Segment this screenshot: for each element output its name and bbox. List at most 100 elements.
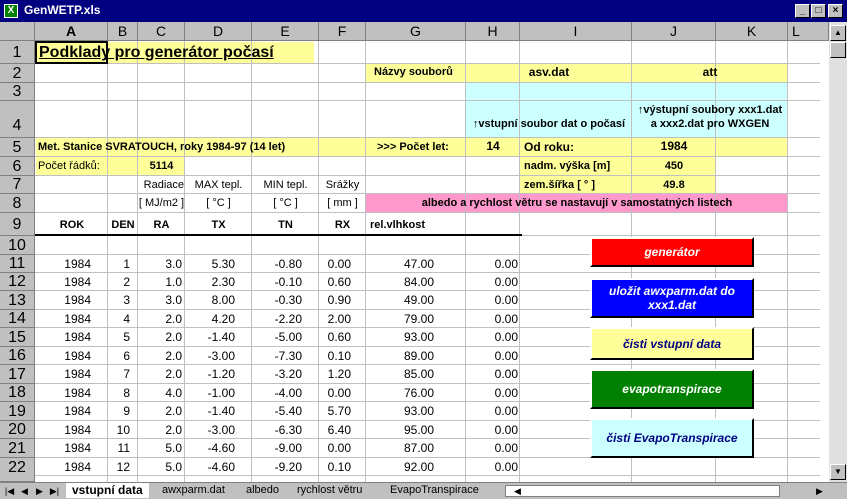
col-header-f[interactable]: F — [319, 22, 366, 41]
scroll-right-icon[interactable]: ▶ — [812, 484, 827, 498]
table-cell[interactable]: 1984 — [36, 367, 91, 381]
minimize-icon[interactable]: _ — [795, 4, 810, 18]
table-cell[interactable]: 0.00 — [466, 330, 518, 344]
col-header-a[interactable]: A — [35, 22, 108, 41]
worksheet-grid[interactable]: A B C D E F G H I J K L 1 2 3 4 5 6 7 8 … — [0, 22, 847, 482]
table-cell[interactable]: -1.40 — [185, 330, 235, 344]
table-cell[interactable]: 89.00 — [366, 349, 434, 363]
row-header[interactable]: 17 — [0, 365, 35, 384]
table-cell[interactable]: -7.30 — [252, 349, 302, 363]
table-cell[interactable]: 0.00 — [466, 349, 518, 363]
output-filename[interactable]: att — [632, 65, 788, 79]
scroll-down-icon[interactable]: ▼ — [830, 464, 846, 480]
table-cell[interactable]: 5 — [108, 330, 130, 344]
table-cell[interactable]: 0.00 — [466, 257, 518, 271]
table-cell[interactable]: 0.10 — [319, 460, 351, 474]
table-cell[interactable]: 1.20 — [319, 367, 351, 381]
col-header-d[interactable]: D — [185, 22, 252, 41]
row-header[interactable]: 20 — [0, 421, 35, 439]
table-cell[interactable]: 95.00 — [366, 423, 434, 437]
tab-albedo[interactable]: albedo — [240, 483, 285, 498]
table-cell[interactable]: -2.20 — [252, 312, 302, 326]
table-cell[interactable]: -0.30 — [252, 293, 302, 307]
row-header[interactable]: 21 — [0, 439, 35, 458]
col-header-c[interactable]: C — [138, 22, 185, 41]
table-cell[interactable]: 2.0 — [138, 367, 182, 381]
table-cell[interactable]: 49.00 — [366, 293, 434, 307]
col-header-l[interactable]: L — [788, 22, 829, 41]
table-cell[interactable]: 2.30 — [185, 275, 235, 289]
row-header[interactable]: 16 — [0, 347, 35, 365]
table-cell[interactable]: -0.10 — [252, 275, 302, 289]
table-cell[interactable]: -3.00 — [185, 349, 235, 363]
col-header-j[interactable]: J — [632, 22, 716, 41]
row-header[interactable]: 8 — [0, 194, 35, 213]
table-cell[interactable]: 85.00 — [366, 367, 434, 381]
year-from-value[interactable]: 1984 — [632, 139, 716, 153]
latitude-value[interactable]: 49.8 — [632, 179, 716, 191]
table-cell[interactable]: 6 — [108, 349, 130, 363]
table-cell[interactable]: 7 — [108, 367, 130, 381]
table-cell[interactable]: 3.0 — [138, 293, 182, 307]
table-cell[interactable]: 12 — [108, 460, 130, 474]
table-cell[interactable]: 1984 — [36, 441, 91, 455]
table-cell[interactable]: 5.0 — [138, 460, 182, 474]
row-header[interactable]: 13 — [0, 291, 35, 310]
read-input-data-button[interactable]: čisti vstupní data — [590, 327, 754, 360]
first-sheet-icon[interactable]: |◀ — [2, 484, 17, 498]
row-header[interactable]: 18 — [0, 384, 35, 402]
row-header[interactable]: 19 — [0, 402, 35, 421]
row-header[interactable]: 9 — [0, 213, 35, 236]
table-cell[interactable]: 2 — [108, 275, 130, 289]
row-header[interactable]: 6 — [0, 157, 35, 176]
table-cell[interactable]: 4.0 — [138, 386, 182, 400]
vertical-scrollbar[interactable]: ▲ ▼ — [829, 22, 847, 482]
table-cell[interactable]: -6.30 — [252, 423, 302, 437]
table-cell[interactable]: 2.0 — [138, 330, 182, 344]
table-cell[interactable]: 0.00 — [319, 257, 351, 271]
table-cell[interactable]: 2.0 — [138, 349, 182, 363]
table-cell[interactable]: 0.00 — [466, 312, 518, 326]
table-cell[interactable]: 4 — [108, 312, 130, 326]
col-header-i[interactable]: I — [520, 22, 632, 41]
table-cell[interactable]: 92.00 — [366, 460, 434, 474]
tab-rychlost-vetru[interactable]: rychlost větru — [291, 483, 368, 498]
input-filename[interactable]: asv.dat — [466, 65, 632, 79]
horizontal-scrollbar[interactable] — [505, 485, 780, 497]
tab-awxparm-dat[interactable]: awxparm.dat — [156, 483, 231, 498]
last-sheet-icon[interactable]: ▶| — [47, 484, 62, 498]
table-cell[interactable]: 8 — [108, 386, 130, 400]
col-header-g[interactable]: G — [366, 22, 466, 41]
read-evapotranspiration-button[interactable]: čisti EvapoTranspirace — [590, 418, 754, 458]
col-header-k[interactable]: K — [716, 22, 788, 41]
table-cell[interactable]: -1.40 — [185, 404, 235, 418]
table-cell[interactable]: 0.00 — [466, 423, 518, 437]
table-cell[interactable]: 2.0 — [138, 312, 182, 326]
col-header-h[interactable]: H — [466, 22, 520, 41]
table-cell[interactable]: 2.00 — [319, 312, 351, 326]
table-cell[interactable]: 0.00 — [466, 460, 518, 474]
table-cell[interactable]: 1984 — [36, 312, 91, 326]
table-cell[interactable]: 0.00 — [319, 386, 351, 400]
col-header-e[interactable]: E — [252, 22, 319, 41]
row-header[interactable]: 4 — [0, 101, 35, 138]
table-cell[interactable]: 6.40 — [319, 423, 351, 437]
table-cell[interactable]: 1 — [108, 257, 130, 271]
next-sheet-icon[interactable]: ▶ — [32, 484, 47, 498]
table-cell[interactable]: 84.00 — [366, 275, 434, 289]
table-cell[interactable]: -3.20 — [252, 367, 302, 381]
table-cell[interactable]: 79.00 — [366, 312, 434, 326]
table-cell[interactable]: 2.0 — [138, 404, 182, 418]
table-cell[interactable]: 2.0 — [138, 423, 182, 437]
years-count-value[interactable]: 14 — [466, 139, 520, 153]
table-cell[interactable]: 1984 — [36, 386, 91, 400]
table-cell[interactable]: 3.0 — [138, 257, 182, 271]
table-cell[interactable]: 11 — [108, 441, 130, 455]
table-cell[interactable]: 0.00 — [466, 293, 518, 307]
table-cell[interactable]: -4.00 — [252, 386, 302, 400]
maximize-icon[interactable]: □ — [811, 4, 826, 18]
table-cell[interactable]: -9.00 — [252, 441, 302, 455]
save-awxparm-button[interactable]: uložit awxparm.dat do xxx1.dat — [590, 278, 754, 318]
table-cell[interactable]: -4.60 — [185, 441, 235, 455]
table-cell[interactable]: -4.60 — [185, 460, 235, 474]
